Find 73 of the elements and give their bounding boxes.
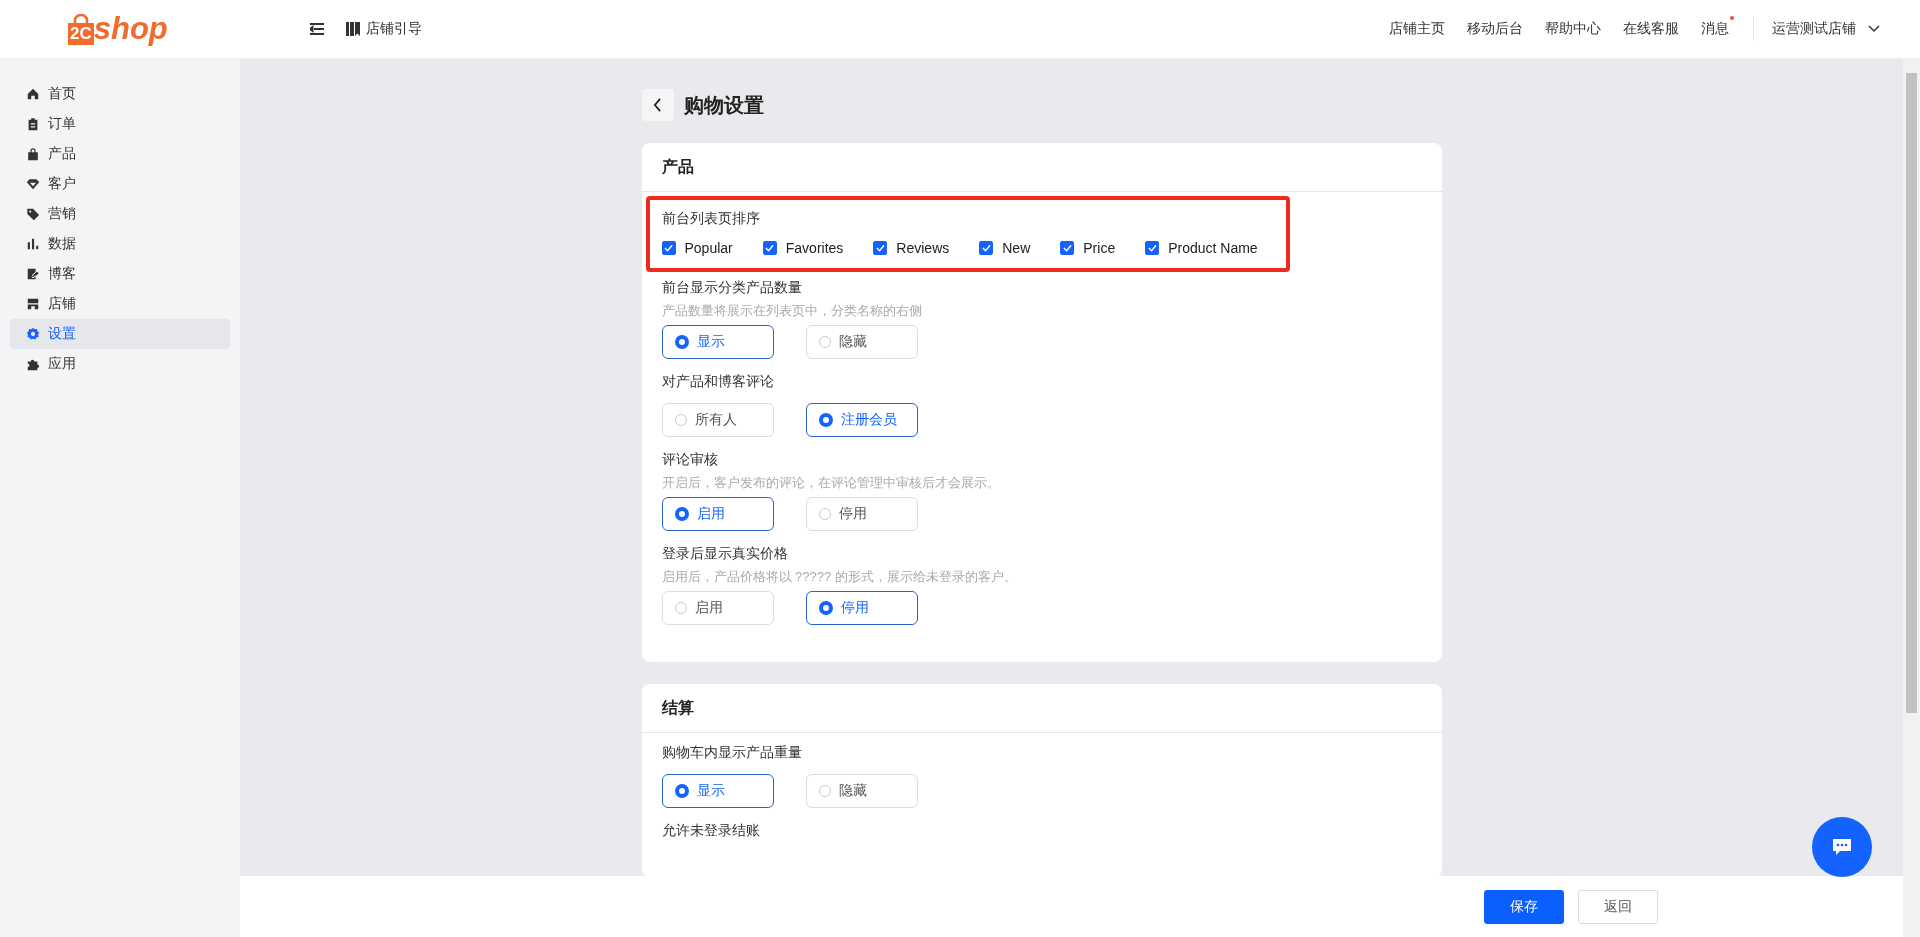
checkmark-icon (1062, 244, 1072, 252)
sidebar-item[interactable]: 应用 (10, 349, 230, 379)
radio-option[interactable]: 停用 (805, 591, 918, 625)
sidebar-item[interactable]: 店铺 (10, 289, 230, 319)
checkmark-icon (981, 244, 991, 252)
setting-label: 登录后显示真实价格 (661, 544, 789, 563)
radio-option[interactable]: 显示 (661, 325, 774, 359)
setting-label: 允许未登录结账 (661, 821, 761, 840)
radio-option[interactable]: 注册会员 (805, 403, 918, 437)
chevron-left-icon (653, 98, 662, 112)
radio-option[interactable]: 停用 (805, 497, 918, 531)
header-link[interactable]: 帮助中心 (1545, 20, 1601, 38)
gear-icon (26, 327, 40, 341)
checkmark-icon (664, 244, 673, 252)
sort-checkbox[interactable]: Favorites (762, 240, 844, 256)
chat-button[interactable] (1812, 817, 1872, 877)
sidebar-item[interactable]: 营销 (10, 199, 230, 229)
store-icon (26, 297, 40, 311)
sort-checkbox[interactable]: Product Name (1145, 240, 1258, 256)
setting-label: 购物车内显示产品重量 (661, 743, 803, 762)
sidebar-item[interactable]: 数据 (10, 229, 230, 259)
header-link[interactable]: 在线客服 (1623, 20, 1679, 38)
sort-checkbox[interactable]: Price (1060, 240, 1116, 256)
setting-label: 前台显示分类产品数量 (661, 278, 803, 297)
setting-label: 评论审核 (661, 450, 719, 469)
setting-description: 启用后，产品价格将以 ????? 的形式，展示给未登录的客户。 (661, 568, 1018, 586)
checkmark-icon (1147, 244, 1157, 252)
chevron-down-icon (1868, 25, 1880, 33)
menu-icon[interactable] (308, 21, 326, 37)
setting-label: 前台列表页排序 (661, 209, 761, 228)
sidebar-item[interactable]: 订单 (10, 109, 230, 139)
bars-icon (26, 237, 40, 251)
page-title: 购物设置 (683, 92, 764, 118)
radio-option[interactable]: 启用 (661, 497, 774, 531)
header-link[interactable]: 移动后台 (1467, 20, 1523, 38)
sidebar-item[interactable]: 客户 (10, 169, 230, 199)
card-title: 产品 (641, 143, 1442, 192)
home-icon (26, 87, 40, 101)
tag-icon (26, 207, 40, 221)
setting-description: 开启后，客户发布的评论，在评论管理中审核后才会展示。 (661, 474, 1001, 492)
scrollbar[interactable] (1903, 59, 1920, 937)
radio-option[interactable]: 所有人 (661, 403, 774, 437)
sidebar-item[interactable]: 设置 (10, 319, 230, 349)
bag-icon (26, 147, 40, 161)
radio-option[interactable]: 隐藏 (805, 325, 918, 359)
return-button[interactable]: 返回 (1578, 889, 1658, 924)
edit-icon (26, 267, 40, 281)
book-icon (346, 22, 360, 36)
sort-checkbox[interactable]: Popular (661, 240, 733, 256)
clipboard-icon (26, 117, 40, 131)
sort-checkbox[interactable]: Reviews (873, 240, 950, 256)
radio-option[interactable]: 隐藏 (805, 774, 918, 808)
checkmark-icon (765, 244, 775, 252)
chat-bubble-icon (1832, 838, 1852, 856)
back-button[interactable] (641, 89, 674, 121)
setting-label: 对产品和博客评论 (661, 372, 775, 391)
checkmark-icon (875, 244, 885, 252)
sidebar-item[interactable]: 首页 (10, 79, 230, 109)
store-guide-link[interactable]: 店铺引导 (346, 20, 422, 38)
sort-checkbox[interactable]: New (979, 240, 1031, 256)
save-button[interactable]: 保存 (1484, 889, 1564, 924)
puzzle-icon (26, 357, 40, 371)
radio-option[interactable]: 显示 (661, 774, 774, 808)
radio-option[interactable]: 启用 (661, 591, 774, 625)
gem-icon (26, 177, 40, 191)
card-title: 结算 (641, 684, 1442, 733)
header-link[interactable]: 店铺主页 (1389, 20, 1445, 38)
setting-description: 产品数量将展示在列表页中，分类名称的右侧 (661, 302, 923, 320)
store-switcher[interactable]: 运营测试店铺 (1772, 20, 1880, 38)
messages-link[interactable]: 消息 (1701, 20, 1729, 38)
sidebar-item[interactable]: 博客 (10, 259, 230, 289)
bag-logo: 2C (68, 14, 94, 45)
sidebar-item[interactable]: 产品 (10, 139, 230, 169)
